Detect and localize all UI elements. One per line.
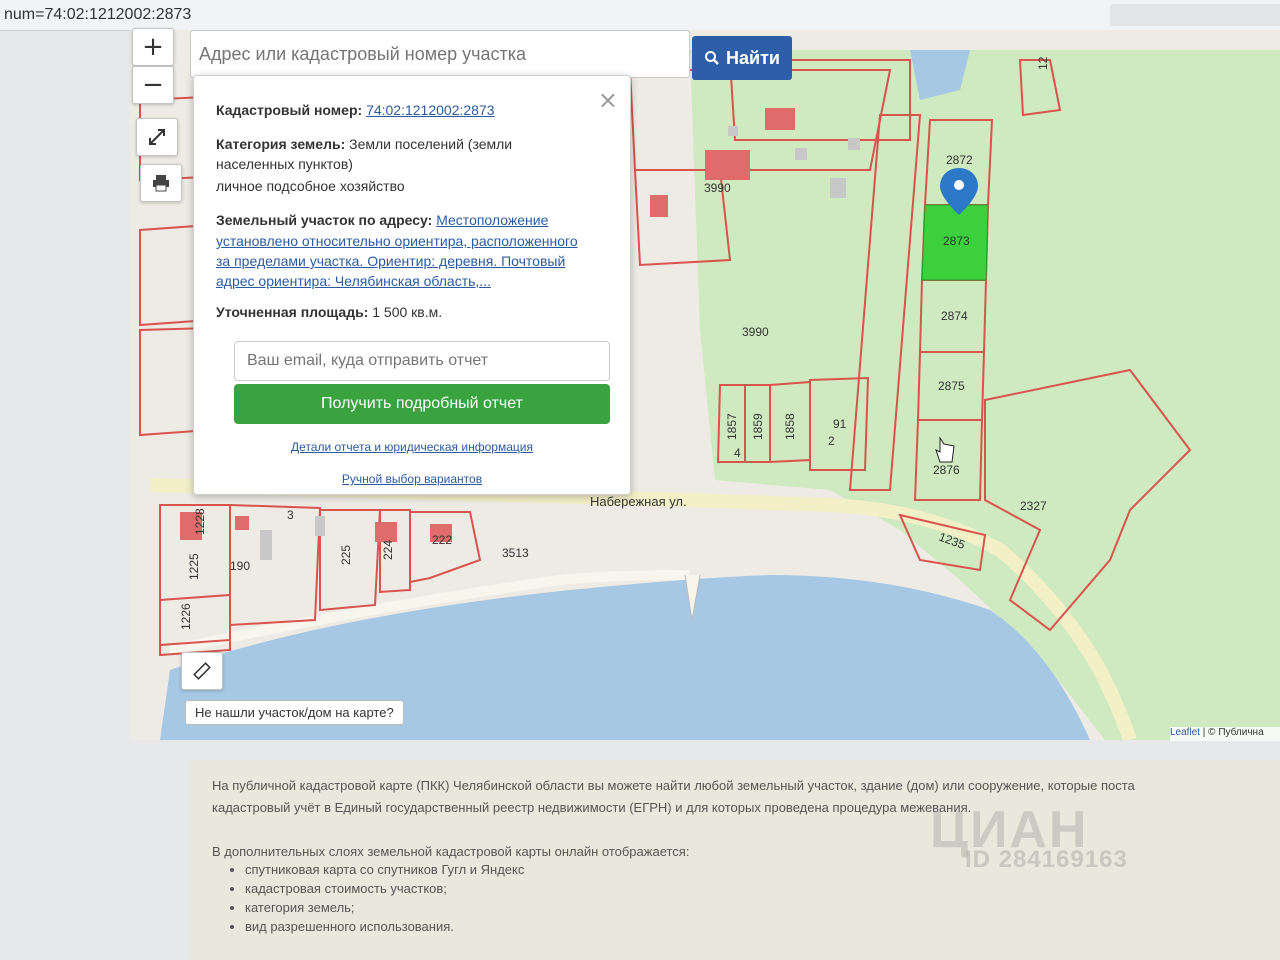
parcel-label: 2874	[941, 309, 968, 323]
fullscreen-button[interactable]	[136, 118, 178, 156]
ruler-button[interactable]	[181, 652, 223, 690]
search-input[interactable]	[190, 30, 690, 78]
map-attribution: Leaflet | © Публична	[1170, 727, 1280, 741]
land-category-value-line: населенных пунктов)	[216, 156, 353, 172]
parcel-label: 2	[828, 434, 835, 448]
parcel-label: 3	[287, 508, 294, 522]
list-item: спутниковая карта со спутников Гугл и Ян…	[245, 860, 524, 879]
parcel-label: 2327	[1020, 499, 1047, 513]
list-item: кадастровая стоимость участков;	[245, 879, 524, 898]
area-label: Уточненная площадь:	[216, 304, 369, 320]
print-button[interactable]	[140, 164, 182, 202]
description-line: На публичной кадастровой карте (ПКК) Чел…	[212, 778, 1135, 793]
watermark-id: ID 284169163	[965, 846, 1128, 873]
url-text: num=74:02:1212002:2873	[4, 6, 192, 23]
parcel-label: 224	[381, 540, 395, 560]
parcel-label: 190	[230, 559, 250, 573]
cadastral-number-row: Кадастровый номер: 74:02:1212002:2873	[216, 100, 606, 120]
layers-intro: В дополнительных слоях земельной кадастр…	[212, 844, 690, 859]
attribution-text: | © Публична	[1200, 727, 1264, 738]
address-label: Земельный участок по адресу:	[216, 212, 433, 228]
parcel-label: 1225	[187, 553, 201, 580]
search-button[interactable]: Найти	[692, 36, 792, 80]
not-found-button[interactable]: Не нашли участок/дом на карте?	[185, 700, 404, 725]
url-bar[interactable]: num=74:02:1212002:2873	[0, 0, 1280, 31]
address-link[interactable]: Местоположение	[436, 212, 548, 228]
permitted-use-value: личное подсобное хозяйство	[216, 178, 405, 194]
parcel-label: 1228	[193, 508, 207, 535]
printer-icon	[153, 175, 169, 192]
parcel-label: 2873	[943, 234, 970, 248]
address-link-line[interactable]: установлено относительно ориентира, расп…	[216, 231, 606, 251]
street-label: Набережная ул.	[590, 494, 687, 509]
search-icon	[705, 51, 719, 65]
parcel-label: 1859	[751, 413, 765, 440]
parcel-label: 222	[432, 533, 452, 547]
layers-list: спутниковая карта со спутников Гугл и Ян…	[245, 860, 524, 936]
parcel-label: 3513	[502, 546, 529, 560]
parcel-label: 3990	[704, 181, 731, 195]
area-value: 1 500 кв.м.	[372, 304, 443, 320]
url-bar-end	[1110, 4, 1280, 26]
address-link-line[interactable]: за пределами участка. Ориентир: деревня.…	[216, 251, 606, 271]
parcel-label: 1226	[179, 603, 193, 630]
ruler-icon	[193, 662, 211, 680]
address-row: Земельный участок по адресу: Местоположе…	[216, 210, 606, 230]
parcel-label: 225	[339, 545, 353, 565]
parcel-label: 12	[1036, 56, 1050, 70]
land-category-label: Категория земель:	[216, 136, 346, 152]
description-line: кадастровый учёт в Единый государственны…	[212, 800, 972, 815]
report-details-link[interactable]: Детали отчета и юридическая информация	[194, 440, 630, 454]
leaflet-link[interactable]: Leaflet	[1170, 727, 1200, 738]
land-category-row: Категория земель: Земли поселений (земли	[216, 134, 606, 154]
parcel-label: 3990	[742, 325, 769, 339]
parcel-label: 2875	[938, 379, 965, 393]
search-button-label: Найти	[726, 47, 780, 68]
parcel-label: 1858	[783, 413, 797, 440]
get-report-button[interactable]: Получить подробный отчет	[234, 384, 610, 424]
parcel-info-popup: × Кадастровый номер: 74:02:1212002:2873 …	[193, 75, 631, 495]
parcel-label: 91	[833, 417, 847, 431]
zoom-in-button[interactable]: +	[132, 28, 174, 66]
email-input[interactable]	[234, 341, 610, 381]
cadastral-number-link[interactable]: 74:02:1212002:2873	[366, 102, 494, 118]
parcel-label: 2876	[933, 463, 960, 477]
land-category-value: Земли поселений (земли	[349, 136, 513, 152]
cadastral-number-label: Кадастровый номер:	[216, 102, 363, 118]
parcel-label: 4	[734, 446, 741, 460]
parcel-label: 2872	[946, 153, 973, 167]
expand-icon	[149, 129, 165, 145]
list-item: категория земель;	[245, 898, 524, 917]
list-item: вид разрешенного использования.	[245, 917, 524, 936]
area-row: Уточненная площадь: 1 500 кв.м.	[216, 302, 606, 322]
address-link-line[interactable]: адрес ориентира: Челябинская область,...	[216, 271, 606, 291]
zoom-out-button[interactable]: −	[132, 66, 174, 104]
manual-selection-link[interactable]: Ручной выбор вариантов	[194, 472, 630, 486]
parcel-label: 1857	[725, 413, 739, 440]
